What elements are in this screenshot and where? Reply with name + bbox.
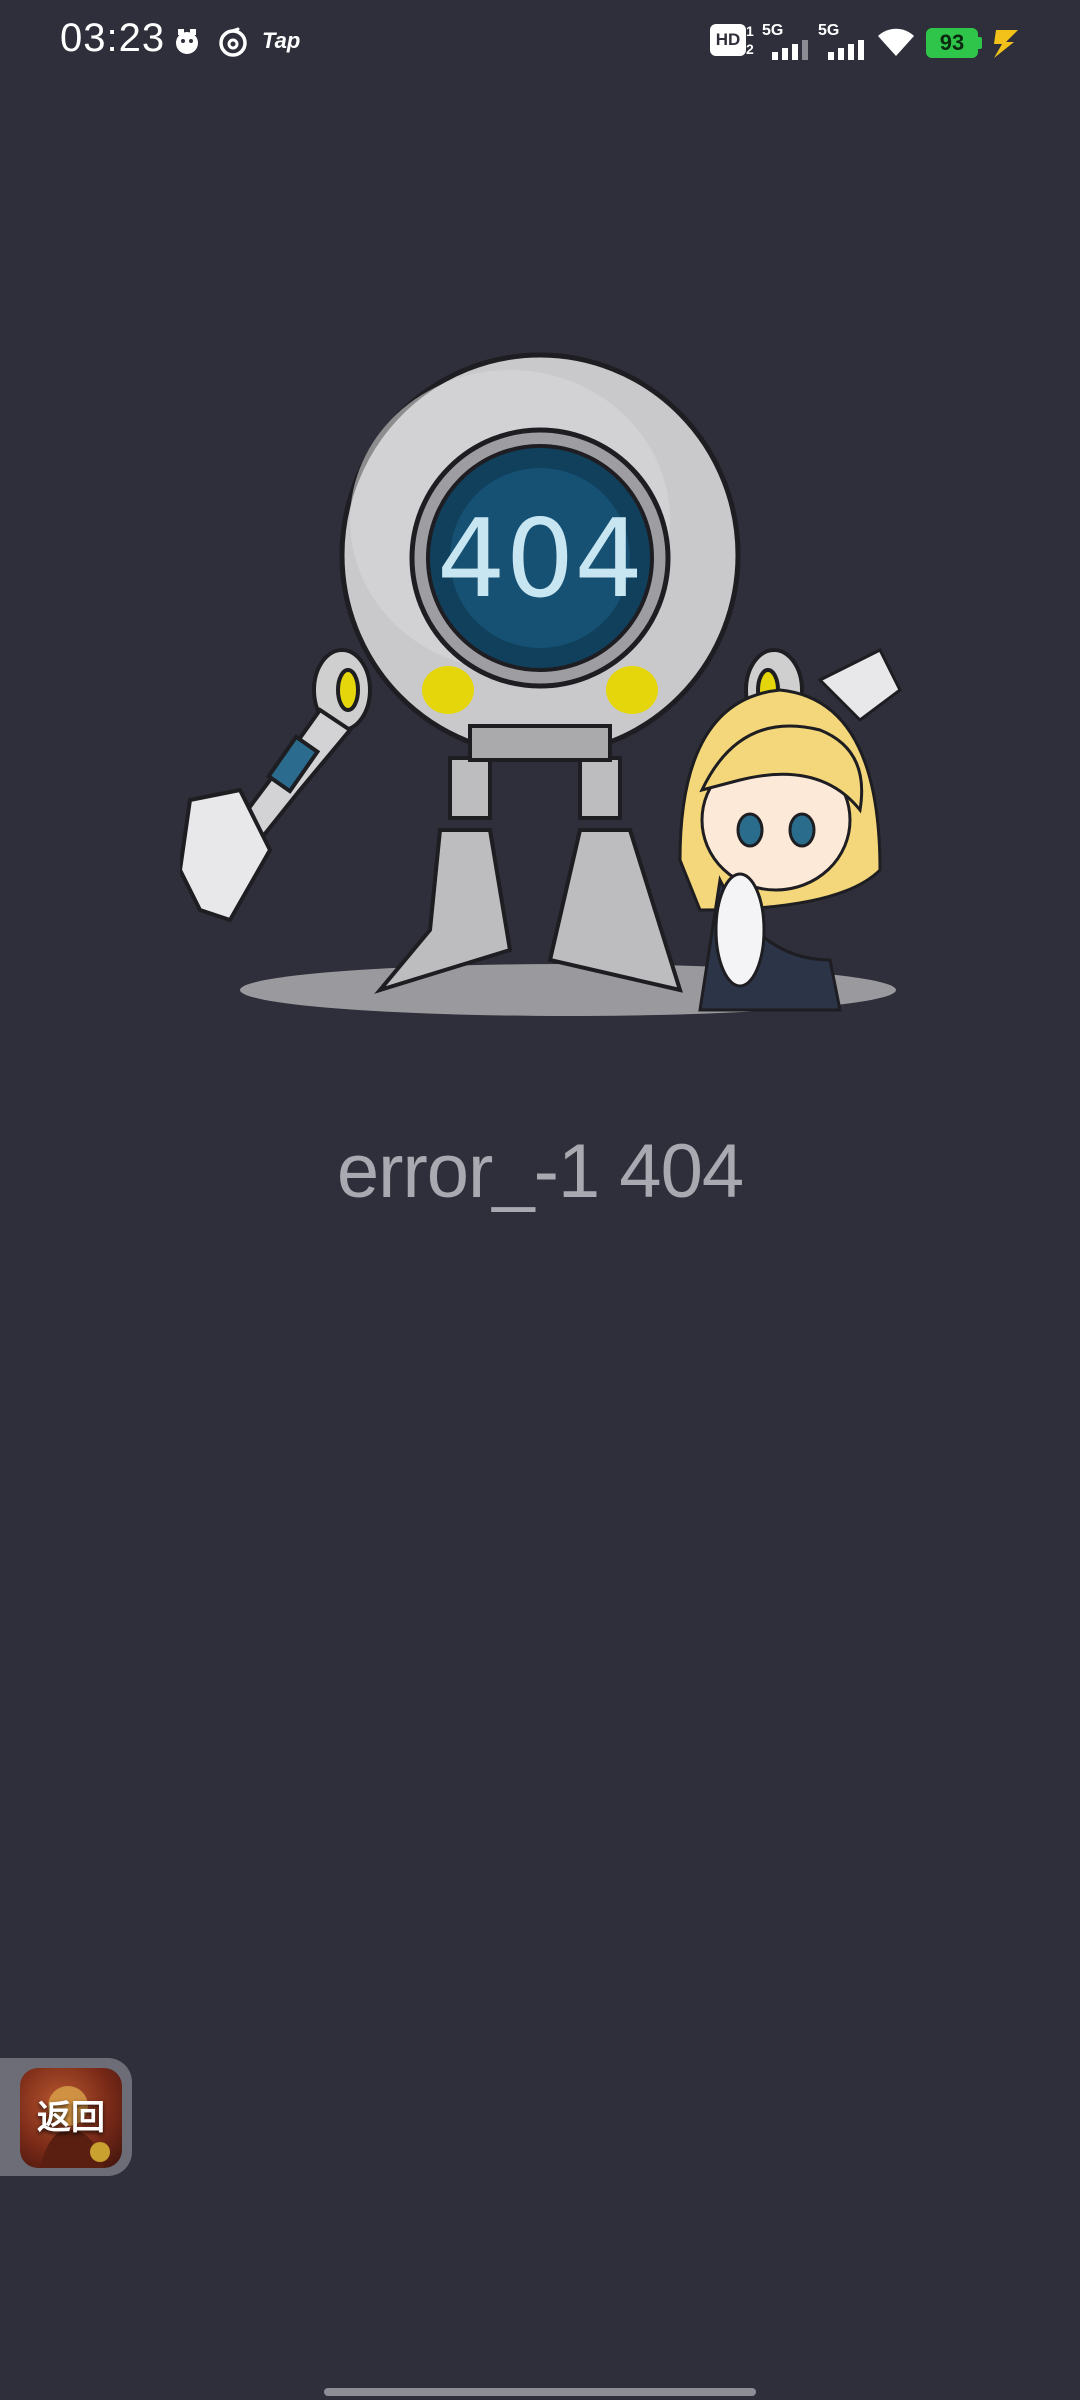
back-button-label[interactable]: 返回 — [20, 2068, 122, 2168]
battery-icon: 93 — [926, 28, 978, 58]
back-floating-button[interactable]: 返回 — [0, 2058, 132, 2176]
taptap-icon: Tap — [262, 28, 301, 53]
robot-legs — [374, 756, 683, 994]
hd-voice-icon: HD — [710, 24, 746, 56]
home-indicator[interactable] — [324, 2388, 756, 2396]
error-screen: 03:23 Tap HD 1 2 5G 5G 93 404 error_-1 4… — [0, 0, 1080, 2400]
status-time: 03:23 — [60, 16, 166, 60]
app-thumbnail[interactable]: 返回 — [20, 2068, 122, 2168]
signal-sim1-icon: 5G — [762, 22, 810, 62]
robot-left-arm — [180, 648, 372, 923]
app-notification-icon — [176, 29, 198, 54]
battery-cap — [978, 37, 982, 49]
robot-screen-text: 404 — [437, 497, 643, 622]
robot-and-girl-illustration: 404 — [180, 352, 902, 1016]
fast-charge-icon — [994, 30, 1018, 58]
status-bar: 03:23 Tap HD 1 2 5G 5G 93 — [0, 0, 1080, 84]
netease-music-icon — [219, 27, 247, 57]
wifi-icon — [878, 28, 914, 56]
error-message: error_-1 404 — [336, 1129, 744, 1214]
sitting-girl — [678, 647, 902, 1012]
signal-sim2-icon: 5G — [818, 22, 866, 62]
hd-sim-indicator: 1 2 — [746, 23, 754, 57]
